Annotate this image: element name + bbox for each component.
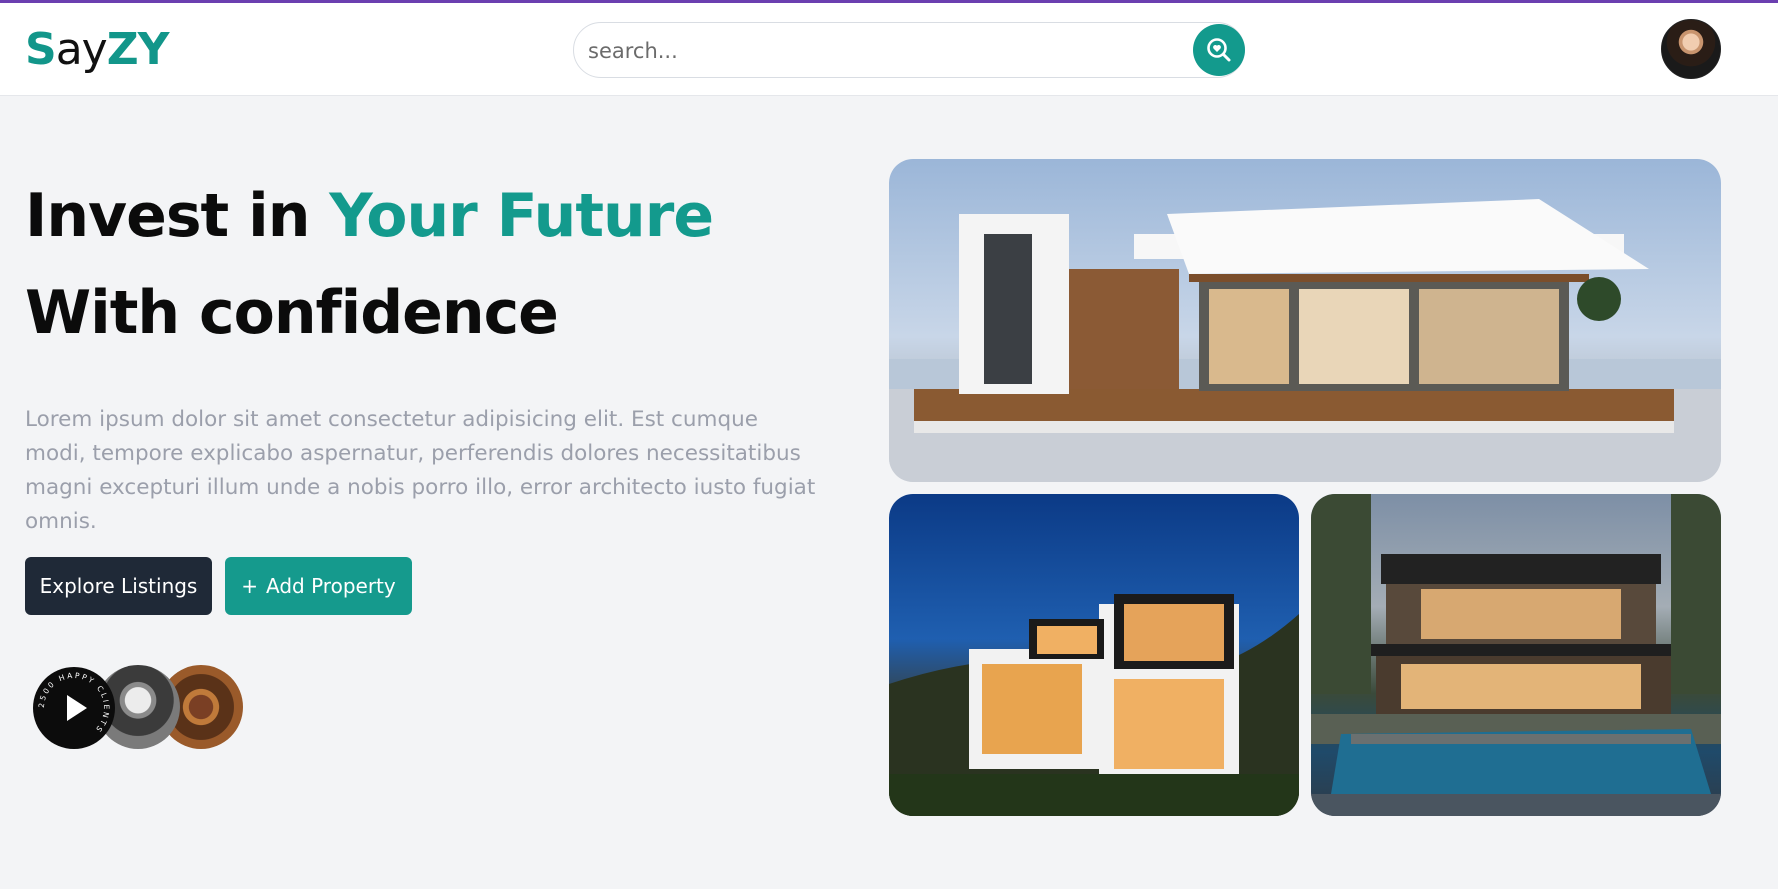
user-avatar[interactable] (1661, 19, 1721, 79)
hero-description: Lorem ipsum dolor sit amet consectetur a… (25, 407, 816, 534)
logo-letters-ay: ay (55, 24, 108, 75)
hero-title-accent: Your Future (329, 181, 714, 251)
hero-title-part2: With confidence (25, 278, 559, 348)
hero-title: Invest in Your Future With confidence (25, 168, 855, 362)
search-heart-icon (1207, 38, 1231, 62)
search-bar (573, 22, 1245, 78)
property-image-3[interactable] (1311, 494, 1721, 816)
house-illustration-2 (889, 594, 1299, 816)
plus-icon: + (241, 574, 259, 598)
search-input[interactable] (588, 31, 1148, 71)
explore-listings-label: Explore Listings (39, 574, 198, 598)
happy-clients-badge: 2500 HAPPY CLIENTS (33, 665, 243, 751)
add-property-button[interactable]: + Add Property (225, 557, 412, 615)
featured-property-image[interactable] (889, 159, 1721, 482)
search-button[interactable] (1193, 24, 1245, 76)
play-icon (67, 695, 87, 721)
play-video-button[interactable]: 2500 HAPPY CLIENTS (33, 667, 115, 749)
house-illustration-main (889, 199, 1721, 482)
logo[interactable]: SayZY (25, 24, 170, 75)
add-property-label: Add Property (266, 574, 396, 598)
property-image-2[interactable] (889, 494, 1299, 816)
logo-letters-zy: ZY (106, 24, 170, 75)
logo-letter-s: S (25, 24, 57, 75)
navbar: SayZY (0, 3, 1778, 96)
house-illustration-3 (1311, 494, 1721, 816)
hero-title-part1: Invest in (25, 181, 330, 251)
explore-listings-button[interactable]: Explore Listings (25, 557, 212, 615)
